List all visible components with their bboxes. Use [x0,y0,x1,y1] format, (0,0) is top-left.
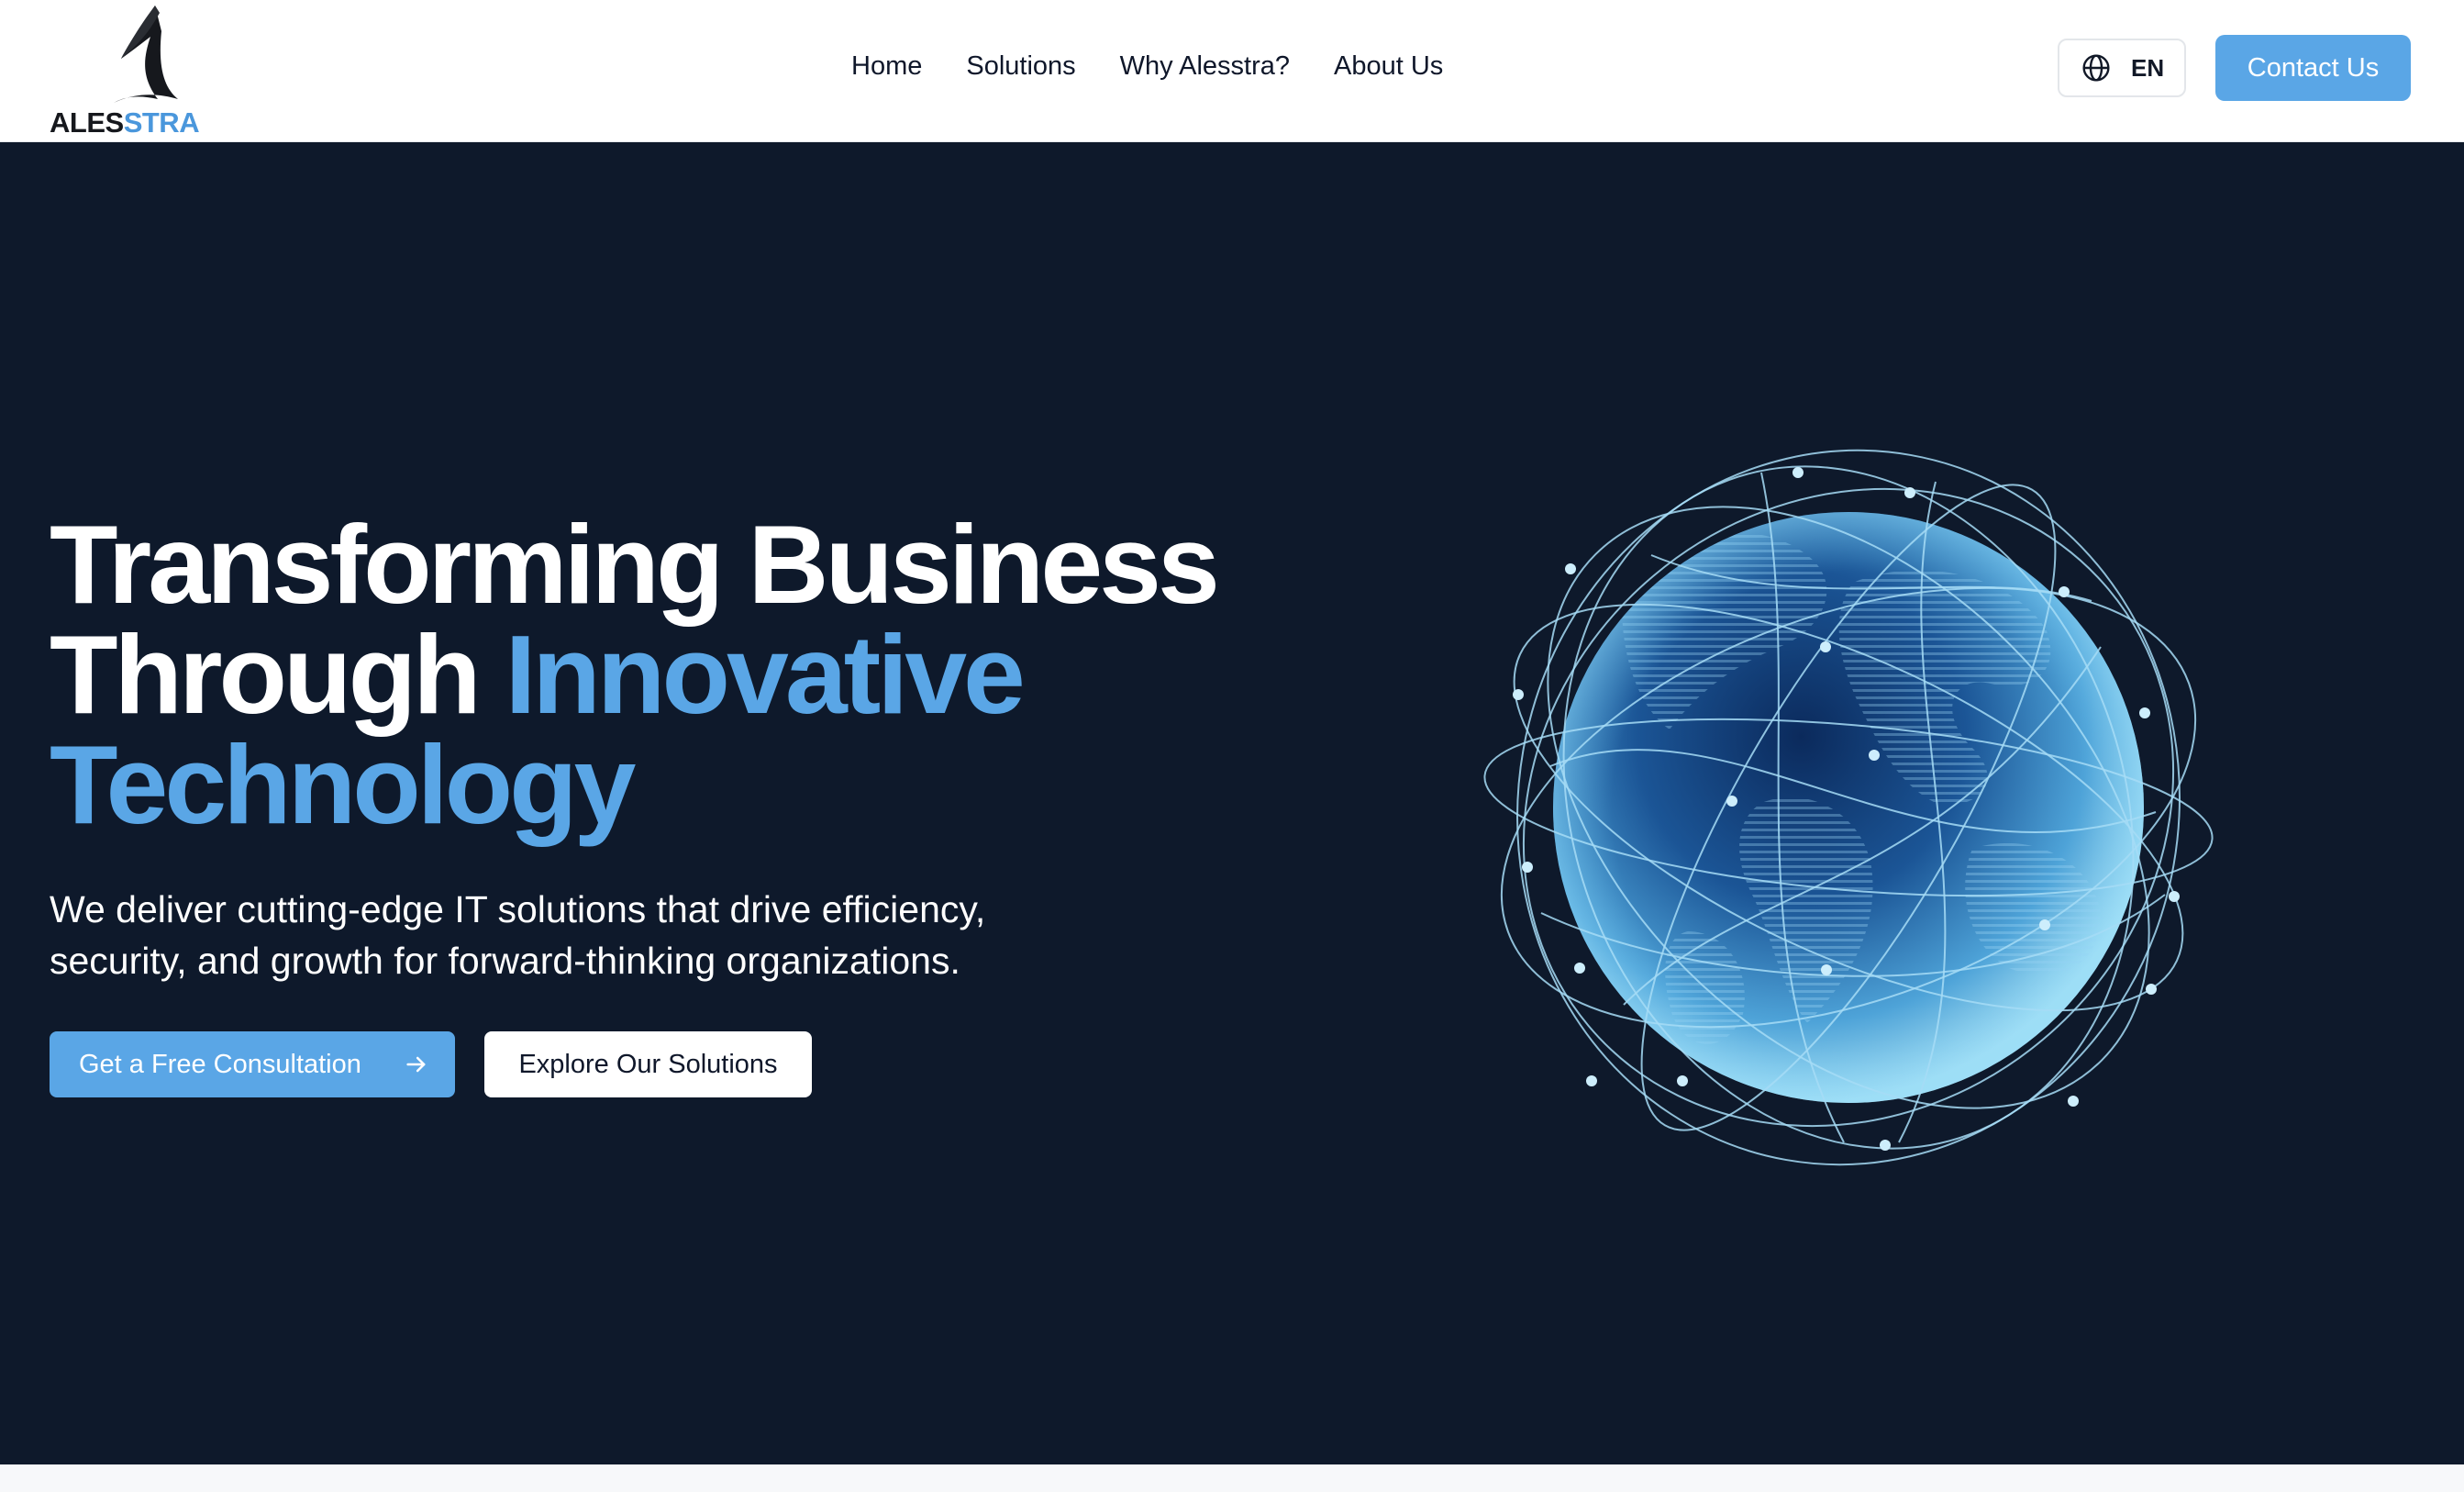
nav-why-alesstra[interactable]: Why Alesstra? [1120,51,1290,82]
nav-solutions[interactable]: Solutions [966,51,1075,82]
globe-network-illustration [1483,449,2214,1166]
hero-subtext: We deliver cutting-edge IT solutions tha… [50,888,986,982]
globe-icon [2082,54,2110,82]
headline-line-2-plain: Through [50,612,505,737]
nav-home[interactable]: Home [851,51,922,82]
headline-line-1: Transforming Business [50,502,1220,627]
next-section-edge [0,1464,2464,1492]
explore-solutions-button[interactable]: Explore Our Solutions [484,1031,812,1097]
arrow-right-icon [406,1056,426,1073]
site-header: ALESSTRA Home Solutions Why Alesstra? Ab… [0,0,2464,142]
free-consultation-label: Get a Free Consultation [79,1049,361,1079]
logo-wordmark-part-a: ALES [50,106,124,139]
logo-wordmark: ALESSTRA [50,106,200,139]
brand-logo[interactable]: ALESSTRA [50,4,200,139]
headline-line-3-accent: Technology [50,722,637,847]
language-value: EN [2131,53,2165,82]
main-nav: Home Solutions Why Alesstra? About Us [851,51,1443,82]
hero-section: Transforming Business Through Innovative… [0,142,2464,1464]
hero-headline: Transforming Business Through Innovative… [50,508,1242,841]
logo-mark-icon [114,6,178,103]
contact-us-button[interactable]: Contact Us [2215,35,2411,101]
headline-line-2-accent: Innovative [505,612,1026,737]
nav-about-us[interactable]: About Us [1334,51,1443,82]
free-consultation-button[interactable]: Get a Free Consultation [50,1031,455,1097]
language-selector[interactable]: EN [2058,39,2186,97]
logo-wordmark-part-b: STRA [123,106,200,139]
